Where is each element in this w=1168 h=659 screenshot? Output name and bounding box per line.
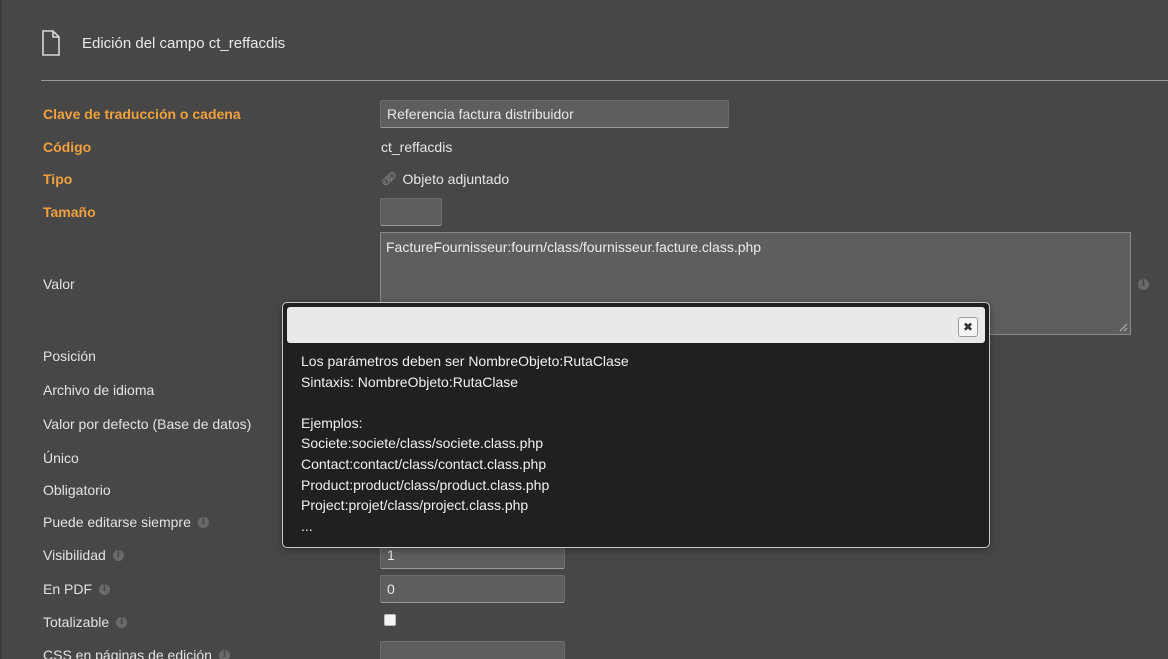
label-tamano: Tamaño [43,204,96,220]
close-icon[interactable]: ✖ [958,317,978,337]
help-dialog: ✖ Los parámetros deben ser NombreObjeto:… [282,302,990,548]
tipo-value-row: 🔗︎ Objeto adjuntado [381,170,509,188]
left-edge [0,0,2,659]
label-codigo: Código [43,139,92,155]
tipo-value: Objeto adjuntado [402,171,510,187]
dialog-line: Project:projet/class/project.class.php [301,497,529,514]
document-icon [42,30,60,56]
link-icon: 🔗︎ [381,171,398,186]
info-icon[interactable]: i [112,549,124,561]
header-divider [41,80,1168,81]
page-header: Edición del campo ct_reffacdis [40,28,285,58]
label-totalizable: Totalizable [43,614,110,630]
dialog-titlebar[interactable]: ✖ [287,307,985,343]
dialog-line: Ejemplos: [301,414,363,431]
label-en-pdf-row: En PDF i [43,580,111,598]
tamano-input[interactable] [380,198,442,226]
dialog-line: Societe:societe/class/societe.class.php [301,435,544,452]
css-input[interactable] [380,641,565,659]
label-css: CSS en páginas de edición [43,647,212,659]
clave-input[interactable]: Referencia factura distribuidor [380,100,729,128]
page-title: Edición del campo ct_reffacdis [82,34,286,52]
label-clave: Clave de traducción o cadena [43,106,241,122]
resize-grip-icon[interactable] [1118,322,1128,332]
info-icon[interactable]: i [99,583,111,595]
label-valor: Valor [43,276,75,292]
label-tipo: Tipo [43,171,73,187]
label-visibilidad: Visibilidad [43,547,106,563]
totalizable-checkbox[interactable] [384,614,396,626]
dialog-body: Los parámetros deben ser NombreObjeto:Ru… [301,351,971,536]
dialog-line: Sintaxis: NombreObjeto:RutaClase [301,373,519,390]
valor-text: FactureFournisseur:fourn/class/fournisse… [386,239,762,255]
info-icon[interactable]: i [218,649,230,659]
dialog-line-blank [301,392,971,413]
label-editable: Puede editarse siempre [43,514,191,530]
label-en-pdf: En PDF [43,581,93,597]
dialog-line: Los parámetros deben ser NombreObjeto:Ru… [301,353,629,369]
dialog-line: Contact:contact/class/contact.class.php [301,455,547,472]
dialog-line: Product:product/class/product.class.php [301,476,550,493]
label-posicion: Posición [43,348,96,364]
label-totalizable-row: Totalizable i [43,613,128,631]
info-icon[interactable]: i [197,516,209,528]
info-icon[interactable]: i [1138,279,1149,290]
info-icon[interactable]: i [116,616,128,628]
label-editable-row: Puede editarse siempre i [43,513,209,531]
en-pdf-input[interactable]: 0 [380,575,565,603]
label-valor-defecto: Valor por defecto (Base de datos) [43,416,252,432]
dialog-line: ... [301,517,313,534]
label-obligatorio: Obligatorio [43,482,111,498]
codigo-value: ct_reffacdis [381,139,453,155]
label-unico: Único [43,450,79,466]
label-css-row: CSS en páginas de edición i [43,646,230,659]
label-visibilidad-row: Visibilidad i [43,546,124,564]
label-archivo-idioma: Archivo de idioma [43,382,155,398]
